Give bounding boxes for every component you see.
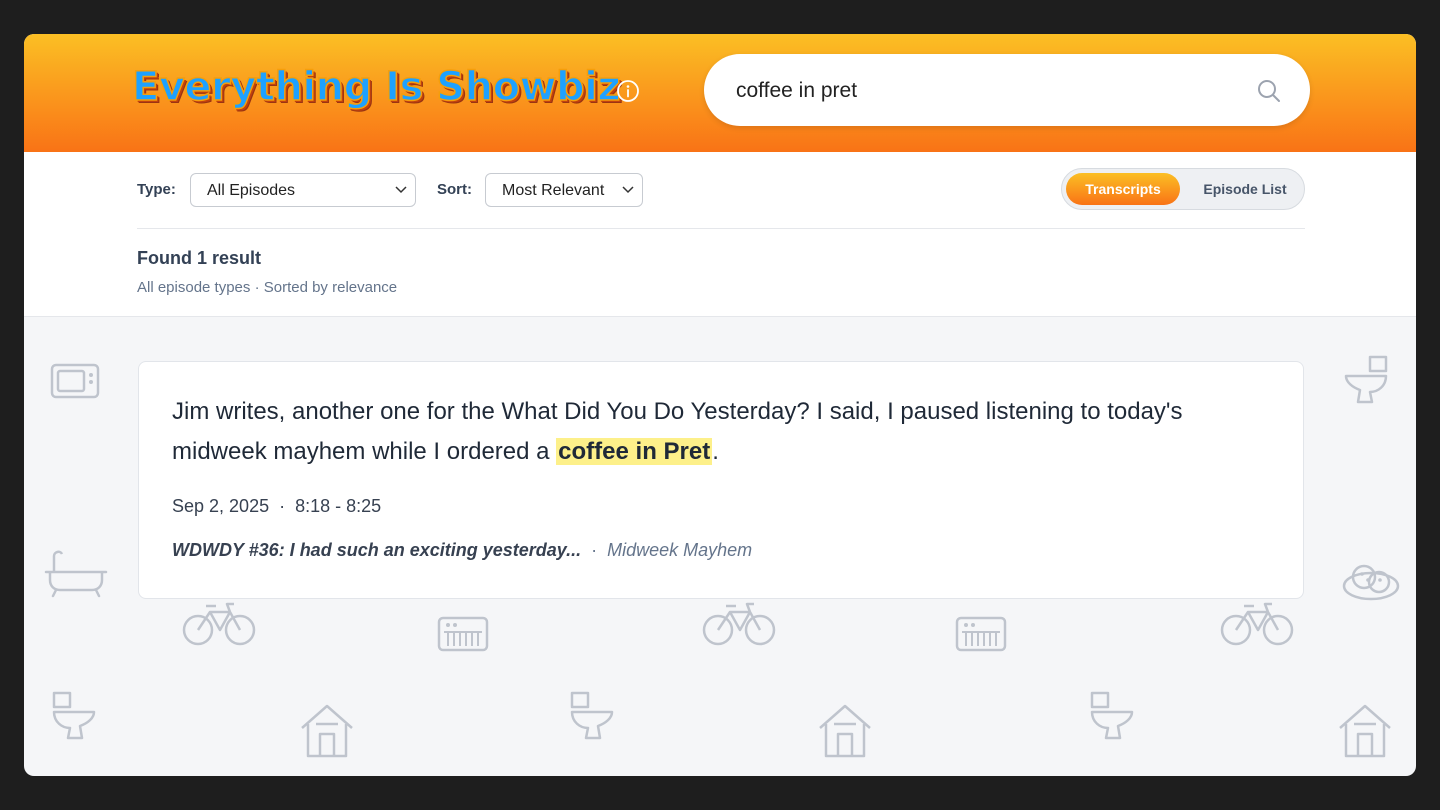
- result-count: Found 1 result: [137, 248, 262, 268]
- episode-title[interactable]: WDWDY #36: I had such an exciting yester…: [172, 540, 581, 560]
- tab-episode-list[interactable]: Episode List: [1188, 173, 1302, 205]
- keyboard-icon: [955, 616, 1007, 652]
- sort-label: Sort:: [437, 181, 472, 198]
- app-header: Everything Is Showbiz: [24, 34, 1416, 152]
- result-time-range[interactable]: 8:18 - 8:25: [295, 496, 381, 516]
- chevron-down-icon: [395, 186, 407, 194]
- search-input[interactable]: [734, 72, 1238, 110]
- result-card[interactable]: Jim writes, another one for the What Did…: [138, 361, 1304, 599]
- separator: ·: [279, 496, 286, 516]
- divider: [137, 228, 1305, 229]
- transcript-snippet: Jim writes, another one for the What Did…: [172, 392, 1272, 472]
- app-window: Everything Is Showbiz Type: All Episodes…: [24, 34, 1416, 776]
- result-date: Sep 2, 2025: [172, 496, 270, 516]
- toilet-icon: [570, 691, 614, 740]
- cookies-icon: [1342, 564, 1400, 601]
- app-logo[interactable]: Everything Is Showbiz: [131, 63, 621, 111]
- result-meta: Sep 2, 2025 · 8:18 - 8:25: [172, 496, 381, 517]
- episode-info: WDWDY #36: I had such an exciting yester…: [172, 540, 752, 561]
- type-label: Type:: [137, 181, 176, 198]
- show-name[interactable]: Midweek Mayhem: [607, 540, 752, 560]
- bicycle-icon: [182, 602, 256, 646]
- chevron-down-icon: [622, 186, 634, 194]
- toilet-icon: [1090, 691, 1134, 740]
- type-select-value: All Episodes: [207, 182, 296, 199]
- info-icon[interactable]: [616, 79, 640, 103]
- result-summary: All episode types · Sorted by relevance: [137, 279, 398, 296]
- shed-icon: [819, 704, 871, 758]
- search-icon[interactable]: [1256, 78, 1282, 104]
- tab-transcripts[interactable]: Transcripts: [1066, 173, 1180, 205]
- bicycle-icon: [702, 602, 776, 646]
- separator: ·: [591, 540, 598, 560]
- shed-icon: [1339, 704, 1391, 758]
- keyboard-icon: [437, 616, 489, 652]
- sort-select-value: Most Relevant: [502, 182, 605, 199]
- bathtub-icon: [44, 550, 108, 598]
- filter-bar: Type: All Episodes Sort: Most Relevant T…: [24, 152, 1416, 317]
- shed-icon: [301, 704, 353, 758]
- search-highlight: coffee in Pret: [556, 438, 713, 465]
- type-select[interactable]: All Episodes: [190, 173, 416, 207]
- microwave-icon: [50, 363, 100, 399]
- sort-select[interactable]: Most Relevant: [485, 173, 643, 207]
- search-bar: [704, 54, 1310, 126]
- snippet-end: .: [712, 438, 719, 465]
- view-toggle: Transcripts Episode List: [1061, 168, 1305, 210]
- toilet-icon: [52, 691, 96, 740]
- toilet-icon: [1344, 355, 1388, 404]
- bicycle-icon: [1220, 602, 1294, 646]
